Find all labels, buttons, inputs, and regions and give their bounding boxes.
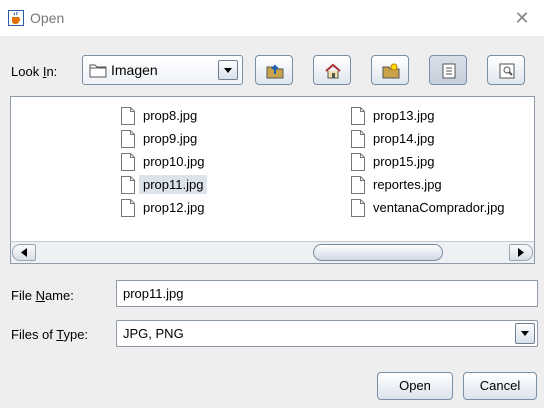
folder-up-icon	[266, 64, 284, 79]
file-name: reportes.jpg	[373, 177, 442, 192]
title-bar: Open ✕	[0, 0, 544, 36]
chevron-right-icon	[518, 248, 524, 257]
chevron-down-icon	[224, 68, 232, 73]
home-icon	[325, 63, 341, 79]
scrollbar-thumb[interactable]	[313, 244, 443, 261]
file-name: prop14.jpg	[373, 131, 435, 146]
scroll-right-button[interactable]	[509, 244, 533, 261]
horizontal-scrollbar[interactable]	[11, 241, 534, 263]
look-in-combo[interactable]: Imagen	[82, 55, 243, 85]
files-of-type-value: JPG, PNG	[123, 326, 184, 341]
file-item[interactable]: prop10.jpg	[117, 151, 210, 173]
file-list[interactable]: prop8.jpg prop9.jpg prop10.jpg prop11.jp…	[10, 96, 535, 264]
folder-icon	[89, 64, 107, 78]
window-title: Open	[30, 10, 65, 26]
look-in-label: Look In:	[11, 64, 58, 79]
file-item[interactable]: prop13.jpg	[347, 105, 440, 127]
up-one-level-button[interactable]	[255, 55, 293, 85]
new-folder-button[interactable]	[371, 55, 409, 85]
file-icon	[121, 130, 135, 148]
file-icon	[351, 199, 365, 217]
file-item[interactable]: ventanaComprador.jpg	[347, 197, 511, 219]
look-in-dropdown-button[interactable]	[218, 60, 238, 80]
files-of-type-dropdown-button[interactable]	[515, 323, 535, 344]
look-in-value: Imagen	[111, 62, 158, 78]
file-item-selected[interactable]: prop11.jpg	[117, 174, 213, 196]
close-icon[interactable]: ✕	[510, 6, 534, 30]
list-view-button[interactable]	[429, 55, 467, 85]
open-button[interactable]: Open	[377, 372, 453, 400]
file-item[interactable]: reportes.jpg	[347, 174, 448, 196]
file-item[interactable]: prop12.jpg	[117, 197, 210, 219]
file-icon	[121, 199, 135, 217]
files-of-type-combo[interactable]: JPG, PNG	[116, 320, 538, 347]
file-name: prop9.jpg	[143, 131, 198, 146]
chevron-left-icon	[21, 248, 27, 257]
home-button[interactable]	[313, 55, 351, 85]
file-icon	[121, 153, 135, 171]
cancel-button[interactable]: Cancel	[463, 372, 537, 400]
details-view-button[interactable]	[487, 55, 525, 85]
file-name: ventanaComprador.jpg	[373, 200, 505, 215]
java-cup-icon	[8, 10, 24, 26]
file-name: prop12.jpg	[143, 200, 205, 215]
file-icon	[121, 107, 135, 125]
file-item[interactable]: prop8.jpg	[117, 105, 203, 127]
file-icon	[351, 130, 365, 148]
open-dialog: Open ✕ Look In: Imagen prop8.jpg prop9.j…	[0, 0, 544, 408]
file-icon	[121, 176, 135, 194]
file-name-label: File Name:	[11, 288, 74, 303]
chevron-down-icon	[521, 331, 529, 336]
details-view-icon	[499, 63, 515, 79]
file-name: prop15.jpg	[373, 154, 435, 169]
list-view-icon	[442, 63, 456, 79]
file-name: prop13.jpg	[373, 108, 435, 123]
file-item[interactable]: prop15.jpg	[347, 151, 440, 173]
file-icon	[351, 153, 365, 171]
new-folder-icon	[382, 63, 400, 79]
file-name: prop8.jpg	[143, 108, 198, 123]
file-item[interactable]: prop14.jpg	[347, 128, 440, 150]
file-name: prop11.jpg	[139, 175, 208, 194]
file-icon	[351, 176, 365, 194]
files-of-type-label: Files of Type:	[11, 327, 89, 342]
file-name-input[interactable]: prop11.jpg	[116, 280, 538, 307]
file-icon	[351, 107, 365, 125]
file-name: prop10.jpg	[143, 154, 205, 169]
scroll-left-button[interactable]	[12, 244, 36, 261]
file-item[interactable]: prop9.jpg	[117, 128, 203, 150]
